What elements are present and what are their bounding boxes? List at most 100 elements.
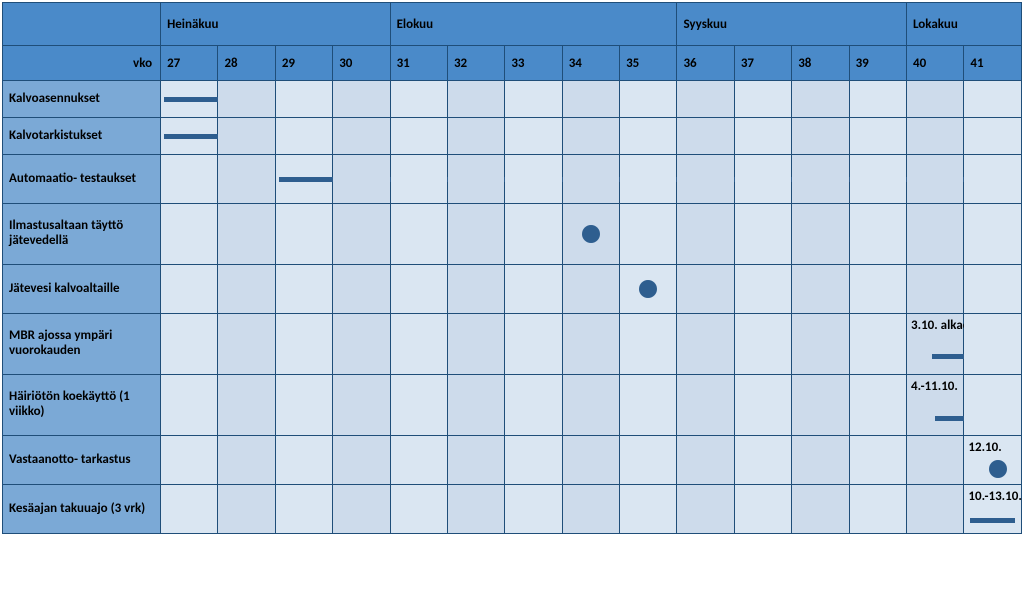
cell (562, 81, 619, 118)
annotation: 4.-11.10. (911, 379, 958, 394)
cell (161, 265, 218, 314)
cell (620, 485, 677, 534)
cell (620, 204, 677, 265)
cell (792, 436, 849, 485)
cell (849, 314, 906, 375)
cell (907, 485, 964, 534)
cell (964, 204, 1022, 265)
cell (275, 155, 332, 204)
cell (677, 155, 734, 204)
task-label: Vastaanotto- tarkastus (3, 436, 161, 485)
cell (447, 204, 504, 265)
cell (677, 314, 734, 375)
cell (218, 375, 275, 436)
task-label: Kalvoasennukset (3, 81, 161, 118)
cell (161, 485, 218, 534)
cell (907, 204, 964, 265)
cell (734, 485, 791, 534)
cell (333, 155, 390, 204)
cell (620, 81, 677, 118)
cell (849, 204, 906, 265)
cell (447, 485, 504, 534)
cell (562, 314, 619, 375)
cell (677, 118, 734, 155)
cell (734, 81, 791, 118)
cell (620, 314, 677, 375)
cell (333, 81, 390, 118)
cell (620, 155, 677, 204)
task-label: Ilmastusaltaan täyttö jätevedellä (3, 204, 161, 265)
milestone-dot (639, 280, 657, 298)
cell (677, 485, 734, 534)
cell (792, 485, 849, 534)
cell (562, 375, 619, 436)
cell (447, 314, 504, 375)
cell (964, 314, 1022, 375)
cell (275, 118, 332, 155)
annotation: 12.10. (968, 440, 1001, 455)
cell (964, 81, 1022, 118)
week-header-36: 36 (677, 46, 734, 81)
cell (907, 436, 964, 485)
week-header-40: 40 (907, 46, 964, 81)
cell (792, 265, 849, 314)
cell (907, 155, 964, 204)
cell (907, 118, 964, 155)
task-label: Kesäajan takuuajo (3 vrk) (3, 485, 161, 534)
cell (275, 265, 332, 314)
week-header-34: 34 (562, 46, 619, 81)
vko-label: vko (3, 46, 161, 81)
cell (849, 375, 906, 436)
cell (677, 436, 734, 485)
cell: 3.10. alkaen (907, 314, 964, 375)
cell (333, 118, 390, 155)
cell (734, 375, 791, 436)
cell (333, 375, 390, 436)
cell (620, 265, 677, 314)
cell (792, 375, 849, 436)
cell (161, 436, 218, 485)
cell (734, 155, 791, 204)
cell (218, 155, 275, 204)
cell (390, 81, 447, 118)
cell (161, 118, 218, 155)
cell (390, 204, 447, 265)
cell (562, 155, 619, 204)
cell (390, 155, 447, 204)
cell (734, 436, 791, 485)
cell (333, 485, 390, 534)
cell (792, 314, 849, 375)
cell (907, 265, 964, 314)
cell (620, 375, 677, 436)
cell (505, 375, 562, 436)
cell (505, 265, 562, 314)
cell (161, 204, 218, 265)
cell (333, 265, 390, 314)
cell (218, 81, 275, 118)
cell (161, 81, 218, 118)
milestone-dot (582, 225, 600, 243)
cell (734, 118, 791, 155)
week-header-28: 28 (218, 46, 275, 81)
milestone-dot (989, 460, 1007, 478)
gantt-bar (970, 518, 1015, 523)
cell (275, 436, 332, 485)
cell: 4.-11.10. (907, 375, 964, 436)
cell (390, 265, 447, 314)
cell: 10.-13.10. (964, 485, 1022, 534)
cell (849, 155, 906, 204)
cell (161, 155, 218, 204)
week-header-30: 30 (333, 46, 390, 81)
cell (677, 81, 734, 118)
week-header-31: 31 (390, 46, 447, 81)
task-label: Häiriötön koekäyttö (1 viikko) (3, 375, 161, 436)
task-label: MBR ajossa ympäri vuorokauden (3, 314, 161, 375)
cell (218, 436, 275, 485)
cell (677, 375, 734, 436)
cell (677, 204, 734, 265)
week-header-37: 37 (734, 46, 791, 81)
cell (390, 118, 447, 155)
cell (275, 485, 332, 534)
cell (447, 155, 504, 204)
month-header-0: Heinäkuu (161, 3, 391, 46)
